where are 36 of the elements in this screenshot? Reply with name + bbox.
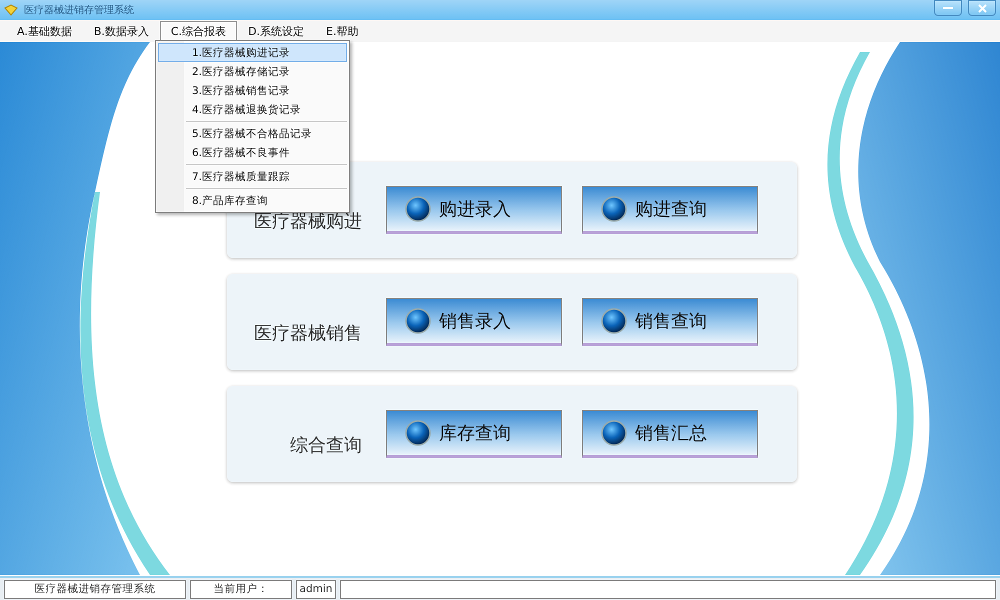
dropdown-item[interactable]: 7.医疗器械质量跟踪 <box>158 167 347 186</box>
close-button[interactable] <box>968 0 996 16</box>
menu-item[interactable]: E.帮助 <box>315 20 370 42</box>
orb-icon <box>601 308 627 334</box>
dropdown-item[interactable]: 6.医疗器械不良事件 <box>158 143 347 162</box>
dropdown-item[interactable]: 5.医疗器械不合格品记录 <box>158 124 347 143</box>
action-button[interactable]: 购进查询 <box>582 186 758 234</box>
orb-icon <box>405 420 431 446</box>
section-label: 医疗器械销售 <box>253 324 362 344</box>
minimize-button[interactable] <box>934 0 962 16</box>
action-button[interactable]: 销售汇总 <box>582 410 758 458</box>
minimize-icon <box>943 6 953 10</box>
orb-icon <box>601 420 627 446</box>
orb-icon <box>405 196 431 222</box>
dropdown-item[interactable]: 1.医疗器械购进记录 <box>158 43 347 62</box>
action-button[interactable]: 购进录入 <box>386 186 562 234</box>
menu-item[interactable]: D.系统设定 <box>237 20 316 42</box>
dropdown-item[interactable]: 3.医疗器械销售记录 <box>158 81 347 100</box>
dropdown-item[interactable]: 4.医疗器械退换货记录 <box>158 100 347 119</box>
dropdown-item[interactable]: 2.医疗器械存储记录 <box>158 62 347 81</box>
status-user-label: 当前用户： <box>190 580 292 598</box>
menu-item[interactable]: A.基础数据 <box>6 20 83 42</box>
app-icon <box>4 4 18 16</box>
orb-icon <box>405 308 431 334</box>
window-title: 医疗器械进销存管理系统 <box>24 4 134 17</box>
orb-icon <box>601 196 627 222</box>
action-button[interactable]: 库存查询 <box>386 410 562 458</box>
action-button[interactable]: 销售查询 <box>582 298 758 346</box>
close-icon <box>978 4 986 12</box>
menu-item[interactable]: B.数据录入 <box>82 20 160 42</box>
action-button[interactable]: 销售录入 <box>386 298 562 346</box>
dropdown-item[interactable]: 8.产品库存查询 <box>158 191 347 210</box>
menu-item[interactable]: C.综合报表 <box>160 20 238 42</box>
status-app-name: 医疗器械进销存管理系统 <box>4 580 186 598</box>
section-label: 综合查询 <box>289 436 362 456</box>
status-user: admin <box>296 580 336 598</box>
